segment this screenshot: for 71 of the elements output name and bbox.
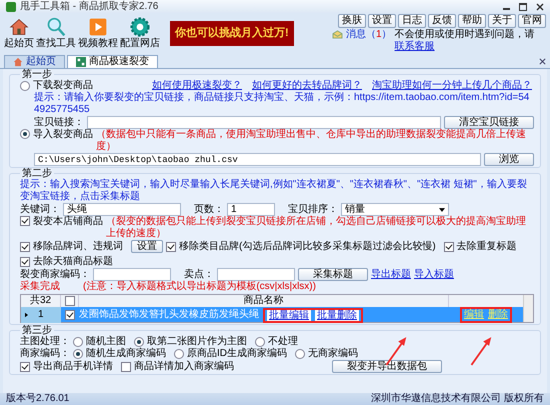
table-cell: 1 (38, 309, 44, 321)
import-note: (注意：导入标题格式以导出标题为模板(csv|xls|xlsx)) (83, 281, 316, 293)
pages-field[interactable]: 1 (227, 203, 275, 216)
checkbox-label: 移除品牌词、违规词 (33, 240, 123, 252)
toolbar-button[interactable]: 日志 (398, 14, 426, 28)
tab[interactable]: 商品极速裂变 (67, 55, 158, 68)
radio-label: 取第二张图片作为主图 (147, 336, 247, 348)
hint-text: 提示：请输入你要裂变的宝贝链接，商品链接只支持淘宝、天猫，示例：https://item.taobao.com/item.htm?id=544925775455 (34, 92, 530, 116)
radio-label: 随机主图 (86, 336, 126, 348)
field-label: 宝贝排序： (288, 204, 338, 216)
copyright-text: 深圳市华遨信息技术有限公司 版权所有 (371, 393, 544, 405)
toolbar-button[interactable]: 帮助 (458, 14, 486, 28)
toolbar-button[interactable]: 官网 (518, 14, 546, 28)
export-package-button[interactable]: 裂变并导出数据包 (332, 360, 442, 373)
status-text: 采集完成 (20, 281, 60, 293)
help-link[interactable]: 如何更好的去转品牌词？ (252, 80, 362, 92)
tab[interactable]: 起始页 (4, 55, 65, 68)
checkbox-label: 导出商品手机详情 (33, 360, 113, 372)
radio-label: 原商品ID生成商家编码 (187, 348, 287, 360)
batch-button[interactable]: 批量编辑 (267, 310, 311, 320)
checkbox-label: 裂变本店铺商品 (33, 216, 103, 228)
contact-link[interactable]: 联系客服 (394, 41, 435, 52)
import-titles-link[interactable]: 导入标题 (414, 268, 454, 280)
toolbar-button[interactable]: 配置网店 (120, 17, 160, 50)
keyword-field[interactable]: 头绳 (63, 203, 181, 216)
toolbar-button[interactable]: 起始页 (4, 17, 34, 50)
import-note: （数据包中只能有一条商品，使用淘宝助理出售中、仓库中导出的助理数据裂变能提高几倍上传速度） (96, 129, 527, 153)
group-title: 第三步 (22, 325, 53, 336)
help-link[interactable]: 如何使用极速裂变？ (152, 80, 242, 92)
field-label: 宝贝链接： (34, 116, 84, 128)
field-label: 主图处理： (20, 336, 70, 348)
window-title: 甩手工具箱 - 商品抓取专家2.76 (20, 0, 158, 12)
settings-button[interactable]: 设置 (131, 240, 163, 253)
radio-label: 无商家编码 (308, 348, 358, 360)
field-label: 关键词： (20, 204, 60, 216)
version-text: 版本号2.76.01 (6, 393, 70, 405)
batch-button[interactable]: 批量删除 (315, 310, 359, 320)
radio-label: 下载裂变商品 (33, 80, 93, 92)
toolbar-button[interactable]: 关于 (488, 14, 516, 28)
radio-label: 导入裂变商品 (33, 129, 93, 141)
table-row[interactable]: 1 发圈饰品发饰发簪扎头发橡皮筋发绳头绳 批量编辑 批量删除 编辑 删除 (21, 307, 523, 322)
promo-banner[interactable]: 你也可以挑战月入过万! (170, 21, 294, 46)
radio-label: 随机生成商家编码 (86, 348, 166, 360)
checkbox-label: 去除重复标题 (456, 240, 517, 252)
messages-link[interactable]: 消息（1） (346, 29, 392, 41)
checkbox-label: 商品详情加入商家编码 (134, 360, 234, 372)
table-cell: 发圈饰品发饰发簪扎头发橡皮筋发绳头绳 (79, 309, 259, 321)
hint-text: 提示：输入搜索淘宝关键词，输入时尽量输入长尾关键词,例如"连衣裙夏"、"连衣裙春秋"、"连衣裙 短裙"，输入要裂变淘宝链接，点击采集标题 (20, 179, 528, 203)
browse-button[interactable]: 浏览 (484, 153, 534, 166)
checkbox-label: 移除类目品牌(勾选后品牌词比较多采集标题过滤会比较慢) (179, 240, 436, 252)
toolbar-button[interactable]: 视频教程 (78, 17, 118, 50)
checkbox-label: 去除天猫商品标题 (33, 256, 113, 268)
field-label: 商家编码： (20, 348, 70, 360)
toolbar-button[interactable]: 查找工具 (36, 17, 76, 50)
clear-link-button[interactable]: 清空宝贝链接 (444, 116, 534, 129)
toolbar-button[interactable]: 设置 (368, 14, 396, 28)
group-title: 第二步 (21, 168, 53, 179)
shop-note: （裂变的数据包只能上传到裂变宝贝链接所在店铺，勾选自己店铺链接可以极大的提高淘宝助理上传的速度） (106, 216, 527, 240)
file-path-field[interactable]: C:\Users\john\Desktop\taobao zhul.csv (34, 153, 481, 166)
field-label: 卖点： (184, 268, 214, 280)
field-label: 页数： (194, 204, 224, 216)
field-label: 裂变商家编码： (20, 268, 90, 280)
collect-titles-button[interactable]: 采集标题 (298, 268, 368, 281)
sort-dropdown[interactable]: 销量 (341, 203, 449, 216)
help-text: 不会使用或使用时遇到问题，请 (394, 29, 535, 40)
toolbar-button[interactable]: 换肤 (338, 14, 366, 28)
radio-label: 不处理 (268, 336, 298, 348)
export-titles-link[interactable]: 导出标题 (371, 268, 411, 280)
group-title: 第一步 (21, 69, 52, 80)
toolbar-button[interactable]: 反馈 (428, 14, 456, 28)
help-link[interactable]: 淘宝助理如何一分钟上传几个商品？ (372, 80, 532, 92)
